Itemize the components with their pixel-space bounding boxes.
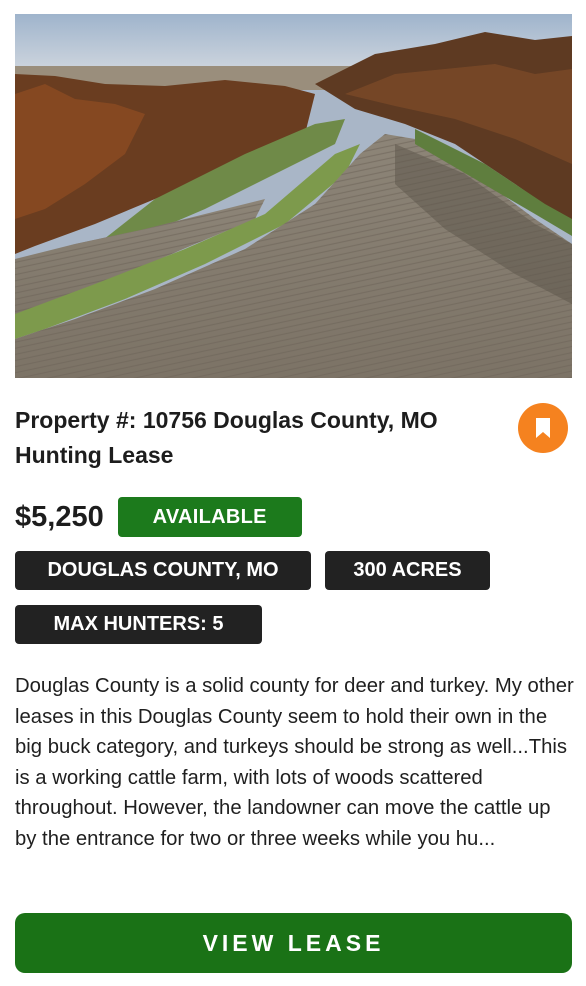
property-photo-image — [15, 14, 572, 378]
lease-card: Property #: 10756 Douglas County, MO Hun… — [0, 0, 586, 986]
price: $5,250 — [15, 500, 104, 533]
county-tag: DOUGLAS COUNTY, MO — [15, 551, 311, 590]
property-photo[interactable] — [15, 14, 572, 378]
listing-title: Property #: 10756 Douglas County, MO Hun… — [15, 407, 438, 468]
listing-description: Douglas County is a solid county for dee… — [15, 675, 574, 850]
view-lease-button[interactable]: VIEW LEASE — [15, 913, 572, 973]
max-hunters-tag: MAX HUNTERS: 5 — [15, 605, 262, 644]
status-badge: AVAILABLE — [117, 497, 302, 537]
acres-tag: 300 ACRES — [325, 551, 490, 590]
bookmark-icon — [536, 418, 550, 438]
bookmark-button[interactable] — [518, 403, 568, 453]
price-row: $5,250 AVAILABLE — [15, 497, 302, 537]
